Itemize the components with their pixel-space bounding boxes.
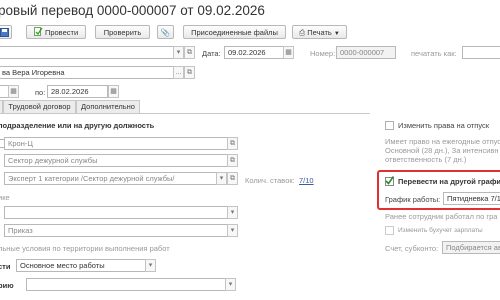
transfer-position-field[interactable]: Эксперт 1 категории /Сектор дежурной слу… [4,172,217,185]
change-vacation-label: Изменить права на отпуск [398,121,490,130]
number-label: Номер: [310,49,336,58]
change-vacation-checkbox[interactable] [385,121,394,130]
checkmark-icon [385,176,394,185]
category-label: рию [0,281,14,290]
chevron-down-icon: ▾ [176,49,181,56]
order-dropdown[interactable]: ▾ [227,224,238,237]
chevron-down-icon: ▾ [219,175,224,182]
print-button[interactable]: ⎙ Печать ▼ [292,25,347,39]
change-accounting-label: Изменить бухучет зарплаты [398,227,483,234]
chevron-down-icon: ▾ [230,227,235,234]
tab-additional[interactable]: Дополнительно [76,100,140,113]
other-schedule-checkbox[interactable] [385,176,394,186]
print-as-field[interactable] [462,46,500,59]
category-dropdown[interactable]: ▾ [225,278,236,291]
open-icon: ⧉ [230,157,235,164]
chevron-down-icon: ▼ [333,31,340,37]
vacation-info-line1: Имеет право на ежегодные отпус [385,137,500,146]
organization-field[interactable] [0,46,174,59]
transfer-department-open-button[interactable]: ⧉ [227,154,238,167]
open-icon: ⧉ [187,49,192,56]
chevron-down-icon: ▾ [230,209,235,216]
calendar-icon: ▦ [285,49,292,56]
date-calendar-button[interactable]: ▦ [283,46,294,59]
date-label: Дата: [202,49,221,58]
rates-label: Колич. ставок: [245,176,295,185]
other-schedule-label: Перевести на другой графи [398,177,500,186]
open-icon: ⧉ [187,69,192,76]
transfer-org-open-button[interactable]: ⧉ [227,137,238,150]
vacation-info-line2: Основной (28 дн.), За интенсивн [385,146,499,155]
employee-kind-dropdown[interactable]: ▾ [227,206,238,219]
conditions-label: льные условия по территории выполнения р… [0,244,170,253]
post-icon [33,27,43,36]
post-button[interactable]: Провести [26,25,86,39]
print-button-label: Печать [307,28,332,37]
employee-select-button[interactable]: ... [173,66,184,79]
post-button-label: Провести [44,28,79,37]
chevron-down-icon: ▾ [148,262,153,269]
transfer-section-label: подразделение или на другую должность [0,121,155,130]
position-open-button[interactable]: ⧉ [227,172,238,185]
calendar-icon: ▦ [10,88,17,95]
schedule-field[interactable]: Пятидневка 7/10 [443,192,500,205]
account-field[interactable]: Подбирается ав [442,241,500,254]
position-dropdown-button[interactable]: ▾ [216,172,227,185]
period-from-calendar-button[interactable]: ▦ [8,85,19,98]
open-icon: ⧉ [230,175,235,182]
printer-icon: ⎙ [299,28,306,37]
transfer-org-field[interactable]: Крон-Ц [4,137,228,150]
tab-employment-contract[interactable]: Трудовой договор [3,100,76,113]
activity-label: сти [0,262,11,271]
activity-dropdown[interactable]: ▾ [145,259,156,272]
print-as-label: печатать как: [411,49,457,58]
category-field[interactable] [26,278,226,291]
employee-kind-label: ике [0,193,10,202]
change-accounting-checkbox[interactable] [385,226,394,235]
account-label: Счет, субконто: [385,244,439,253]
calendar-icon: ▦ [110,88,117,95]
page-title: ровый перевод 0000-000007 от 09.02.2026 [0,3,265,18]
schedule-label: График работы: [385,195,441,204]
employee-field[interactable]: ва Вера Игоревна [0,66,174,79]
org-open-button[interactable]: ⧉ [184,46,195,59]
date-field[interactable]: 09.02.2026 [224,46,284,59]
employee-open-button[interactable]: ⧉ [184,66,195,79]
previous-schedule-text: Ранее сотрудник работал по гра [385,212,498,221]
open-icon: ⧉ [230,140,235,147]
period-to-field[interactable]: 28.02.2026 [47,85,108,98]
save-button[interactable] [0,25,12,39]
attached-files-button[interactable]: Присоединенные файлы [183,25,286,39]
period-to-label: по: [35,88,46,97]
paperclip-icon: 📎 [160,28,171,37]
vacation-info-line3: ответственность (7 дн.) [385,155,467,164]
transfer-department-field[interactable]: Сектор дежурной службы [4,154,228,167]
tabs-divider [0,113,370,114]
save-icon [0,28,9,37]
employee-kind-field[interactable] [4,206,228,219]
attach-button[interactable]: 📎 [157,25,174,39]
period-to-calendar-button[interactable]: ▦ [108,85,119,98]
rates-link[interactable]: 7/10 [299,176,314,185]
org-dropdown-button[interactable]: ▾ [173,46,184,59]
check-button[interactable]: Проверить [95,25,150,39]
order-field[interactable]: Приказ [4,224,228,237]
number-field[interactable]: 0000-000007 [336,46,396,59]
chevron-down-icon: ▾ [228,281,233,288]
activity-field[interactable]: Основное место работы [16,259,146,272]
